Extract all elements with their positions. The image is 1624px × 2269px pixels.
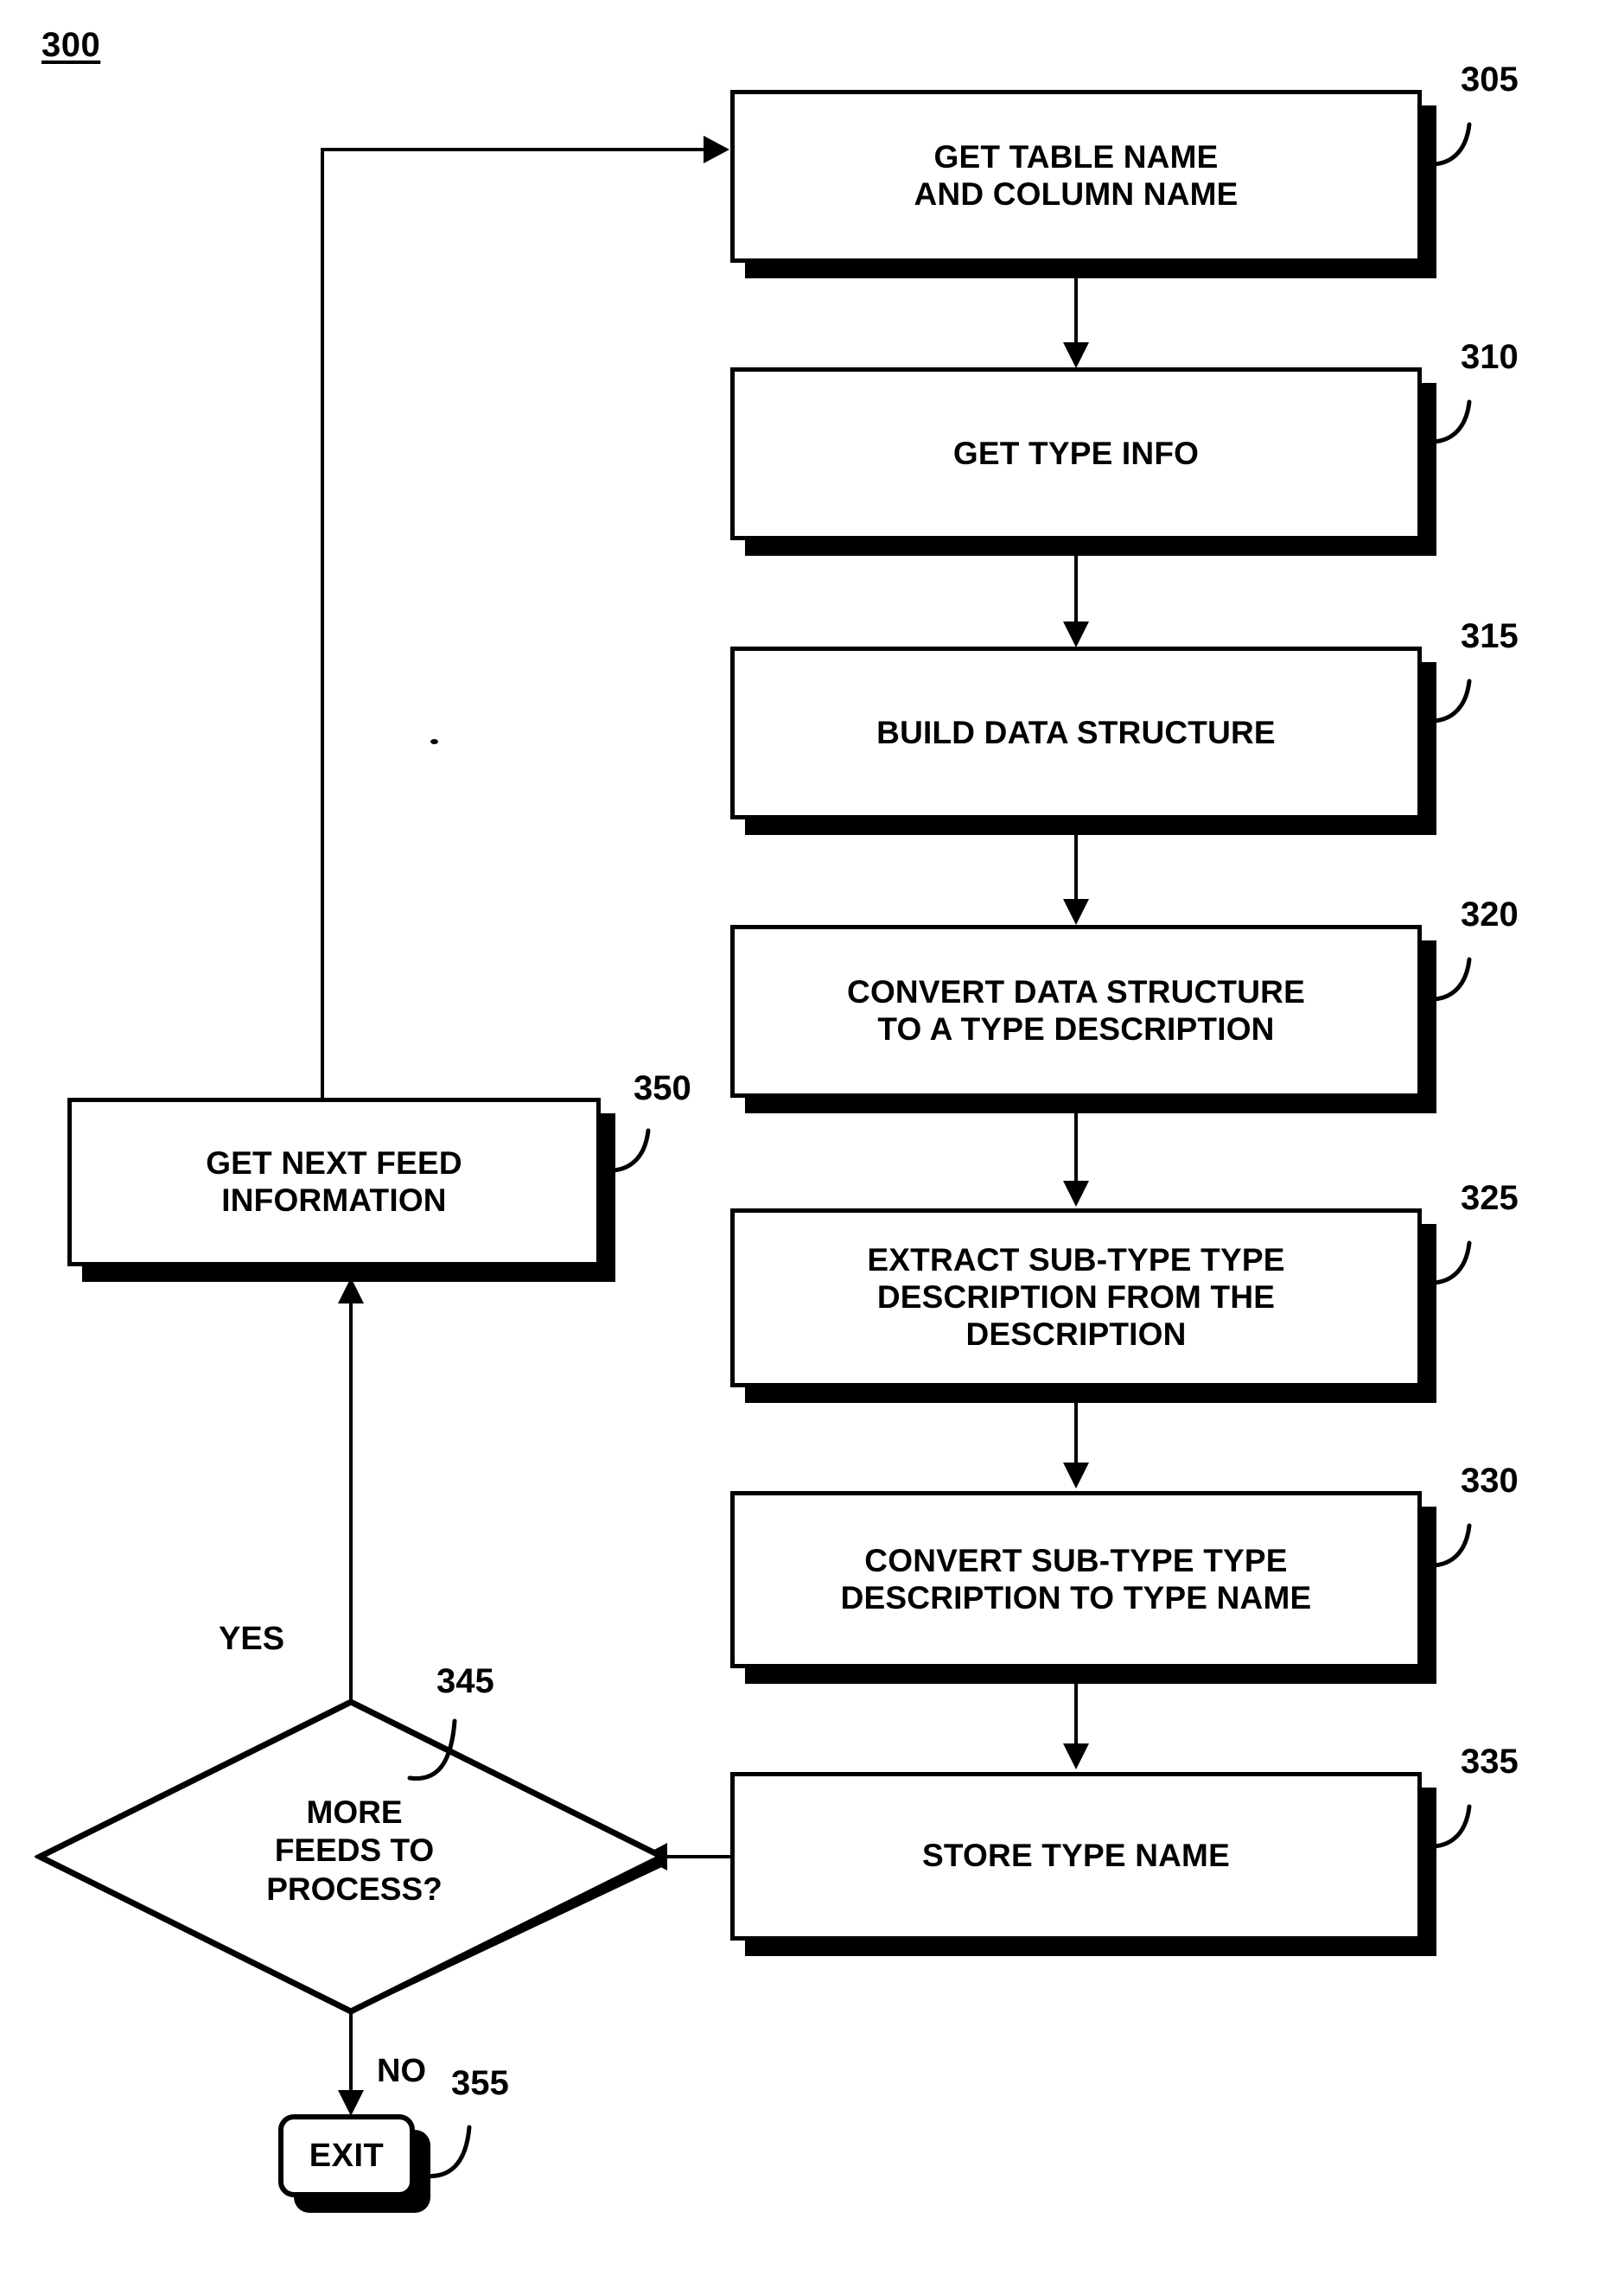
- connector-305-310: [1074, 278, 1078, 346]
- reference-numeral-350: 350: [634, 1069, 691, 1107]
- connector-320-325: [1074, 1113, 1078, 1184]
- leader-315: [1423, 676, 1493, 728]
- process-box-320[interactable]: CONVERT DATA STRUCTURE TO A TYPE DESCRIP…: [730, 925, 1422, 1098]
- process-box-350-label: GET NEXT FEED INFORMATION: [206, 1144, 462, 1218]
- process-box-330[interactable]: CONVERT SUB-TYPE TYPE DESCRIPTION TO TYP…: [730, 1491, 1422, 1668]
- connector-325-330-arrowhead: [1063, 1463, 1089, 1488]
- process-box-325-label: EXTRACT SUB-TYPE TYPE DESCRIPTION FROM T…: [867, 1242, 1285, 1352]
- leader-335: [1423, 1801, 1493, 1853]
- reference-numeral-335: 335: [1461, 1743, 1519, 1781]
- connector-325-330: [1074, 1403, 1078, 1465]
- feedback-vertical-line: [321, 150, 324, 1100]
- leader-325: [1423, 1238, 1493, 1290]
- feedback-horizontal-line: [321, 148, 705, 151]
- process-box-330-label: CONVERT SUB-TYPE TYPE DESCRIPTION TO TYP…: [840, 1542, 1312, 1616]
- connector-305-310-arrowhead: [1063, 342, 1089, 368]
- reference-numeral-320: 320: [1461, 895, 1519, 934]
- process-box-305-label: GET TABLE NAME AND COLUMN NAME: [914, 139, 1239, 212]
- connector-320-325-arrowhead: [1063, 1181, 1089, 1207]
- reference-numeral-325: 325: [1461, 1179, 1519, 1217]
- leader-355: [420, 2122, 499, 2183]
- connector-315-320-arrowhead: [1063, 899, 1089, 925]
- figure-number: 300: [41, 26, 101, 64]
- process-box-320-label: CONVERT DATA STRUCTURE TO A TYPE DESCRIP…: [847, 974, 1305, 1047]
- reference-numeral-310: 310: [1461, 338, 1519, 376]
- yes-branch-label: YES: [219, 1621, 285, 1657]
- leader-350: [602, 1125, 672, 1177]
- terminator-355-label: EXIT: [309, 2137, 385, 2174]
- leader-330: [1423, 1520, 1493, 1572]
- reference-numeral-355: 355: [451, 2064, 509, 2102]
- feedback-arrowhead: [704, 136, 729, 163]
- reference-numeral-330: 330: [1461, 1462, 1519, 1500]
- no-branch-arrowhead: [338, 2090, 364, 2116]
- process-box-335[interactable]: STORE TYPE NAME: [730, 1772, 1422, 1941]
- process-box-305[interactable]: GET TABLE NAME AND COLUMN NAME: [730, 90, 1422, 263]
- process-box-315[interactable]: BUILD DATA STRUCTURE: [730, 647, 1422, 819]
- connector-330-335: [1074, 1684, 1078, 1746]
- connector-335-345: [667, 1855, 735, 1858]
- connector-310-315: [1074, 556, 1078, 625]
- terminator-355-exit[interactable]: EXIT: [278, 2114, 415, 2197]
- yes-branch-line: [349, 1301, 353, 1703]
- process-box-335-label: STORE TYPE NAME: [922, 1838, 1230, 1874]
- decision-diamond-345[interactable]: MORE FEEDS TO PROCESS?: [35, 1690, 674, 2027]
- process-box-310[interactable]: GET TYPE INFO: [730, 367, 1422, 540]
- leader-345: [406, 1716, 484, 1785]
- process-box-325[interactable]: EXTRACT SUB-TYPE TYPE DESCRIPTION FROM T…: [730, 1208, 1422, 1387]
- reference-numeral-315: 315: [1461, 617, 1519, 655]
- process-box-310-label: GET TYPE INFO: [952, 435, 1200, 471]
- connector-330-335-arrowhead: [1063, 1743, 1089, 1769]
- leader-320: [1423, 954, 1493, 1006]
- leader-305: [1423, 119, 1493, 171]
- process-box-315-label: BUILD DATA STRUCTURE: [876, 714, 1276, 750]
- flowchart-canvas: 300 GET TABLE NAME AND COLUMN NAME 305 G…: [0, 0, 1624, 2269]
- process-box-350[interactable]: GET NEXT FEED INFORMATION: [67, 1098, 601, 1266]
- scan-speck: [430, 739, 438, 744]
- connector-315-320: [1074, 835, 1078, 902]
- connector-310-315-arrowhead: [1063, 621, 1089, 647]
- no-branch-label: NO: [377, 2053, 426, 2089]
- leader-310: [1423, 397, 1493, 449]
- reference-numeral-305: 305: [1461, 61, 1519, 99]
